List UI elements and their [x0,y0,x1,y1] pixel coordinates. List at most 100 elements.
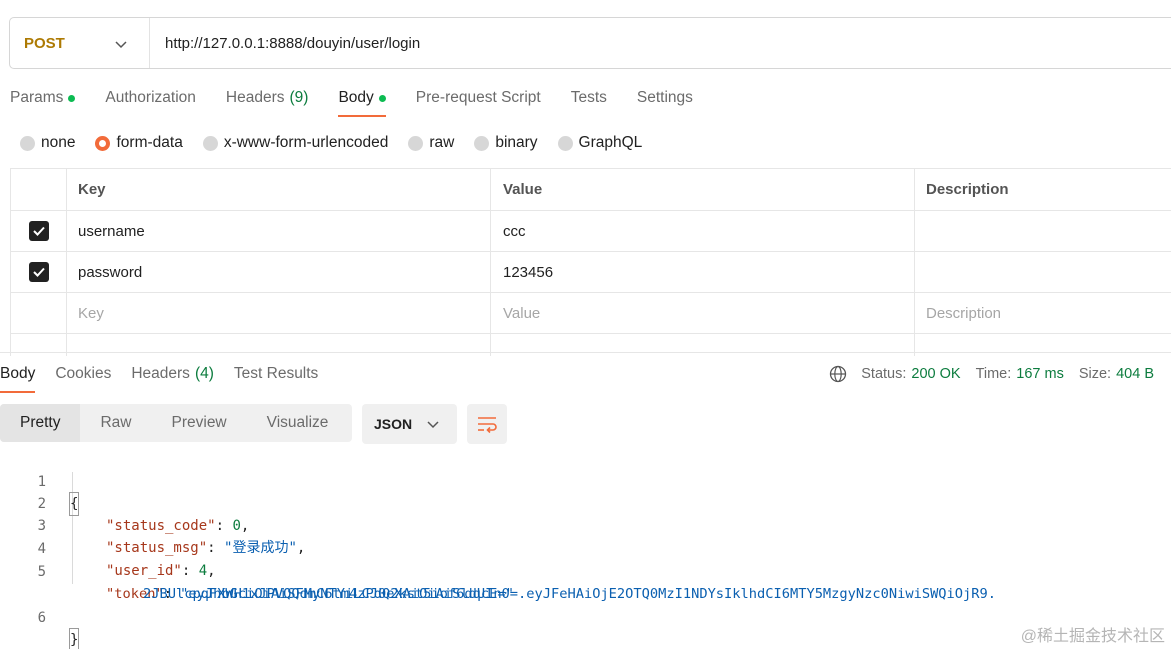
body-type-label: x-www-form-urlencoded [223,134,389,151]
line-number: 6 [37,610,46,626]
method-select[interactable]: POST [10,18,150,68]
body-type-selector: none form-data x-www-form-urlencoded raw… [20,134,662,152]
table-row-new: Key Value Description [10,293,1171,334]
url-input[interactable]: http://127.0.0.1:8888/douyin/user/login [150,35,420,52]
code-line: 5 "token": "eyJhbGciOiAiSFMyNTYiLCJ0eXAi… [0,539,996,602]
indent-guide [72,472,73,584]
tab-response-cookies[interactable]: Cookies [55,364,111,384]
tab-params[interactable]: Params [10,88,76,108]
line-number: 3 [37,518,46,534]
pane-divider[interactable] [0,352,1171,353]
column-header-value: Value [491,169,915,210]
body-type-label: GraphQL [578,134,643,151]
wrap-lines-button[interactable] [467,404,507,444]
body-type-form-data[interactable]: form-data [95,134,183,152]
tab-test-results[interactable]: Test Results [234,364,318,384]
response-meta: Status: 200 OK Time: 167 ms Size: 404 B [829,364,1154,384]
json-value: "登录成功" [224,540,297,556]
body-type-graphql[interactable]: GraphQL [557,134,643,152]
view-preview-button[interactable]: Preview [152,404,247,442]
tab-label: Headers [225,89,285,106]
body-type-label: binary [495,134,538,151]
radio-icon [202,135,218,151]
row-description[interactable] [915,211,1171,251]
tab-response-headers[interactable]: Headers (4) [131,364,214,384]
view-pretty-button[interactable]: Pretty [0,404,81,442]
code-line: 3 "status_msg": "登录成功", [0,493,306,556]
status-dot-icon [68,94,76,102]
body-type-label: none [41,134,76,151]
line-number: 2 [37,496,46,512]
table-header-check [10,169,67,210]
body-type-none[interactable]: none [20,134,75,152]
method-label: POST [24,34,65,52]
new-value-input[interactable]: Value [491,293,915,333]
row-value[interactable]: 123456 [491,252,915,292]
row-checkbox[interactable] [28,221,49,241]
time-value[interactable]: 167 ms [1016,366,1064,382]
json-comma: , [296,540,306,556]
row-key[interactable]: username [67,211,491,251]
tab-authorization[interactable]: Authorization [105,88,195,108]
tab-pre-request-script[interactable]: Pre-request Script [416,88,541,108]
row-checkbox-cell [10,252,67,292]
watermark: @稀土掘金技术社区 [1020,628,1165,645]
column-header-description: Description [926,181,1009,198]
chevron-down-icon [427,421,439,429]
status-value[interactable]: 200 OK [911,366,960,382]
new-description-input[interactable]: Description [915,293,1171,333]
form-data-table: Key Value Description username ccc passw… [10,168,1171,356]
code-line: 6 } [0,585,80,649]
format-select[interactable]: JSON [362,404,457,444]
line-number: 1 [37,474,46,490]
status-dot-icon [378,94,386,102]
check-icon [32,226,45,236]
row-checkbox-cell [10,293,67,333]
tab-tests[interactable]: Tests [571,88,607,108]
globe-icon[interactable] [829,365,847,383]
table-header-row: Key Value Description [10,169,1171,211]
row-key[interactable]: password [67,252,491,292]
json-key: "status_msg" [106,540,208,556]
tab-label: Authorization [105,89,196,106]
tab-count: (9) [289,89,309,106]
json-open-brace: { [68,492,80,516]
check-icon [32,267,45,277]
tab-label: Pre-request Script [415,89,541,106]
new-key-input[interactable]: Key [67,293,491,333]
tab-response-body[interactable]: Body [0,364,36,393]
row-description[interactable] [915,252,1171,292]
radio-selected-icon [95,135,111,151]
tab-label: Body [338,89,374,106]
column-header-key: Key [67,169,491,210]
size-label: Size: [1078,366,1112,382]
tab-label: Test Results [233,365,319,382]
json-close-brace: } [68,628,80,649]
json-comma: , [240,518,250,534]
view-raw-button[interactable]: Raw [80,404,151,442]
tab-label: Headers [131,365,190,382]
radio-icon [20,135,35,151]
request-url-bar: POST http://127.0.0.1:8888/douyin/user/l… [9,17,1171,69]
body-type-binary[interactable]: binary [474,134,538,152]
tab-headers[interactable]: Headers (9) [226,88,309,108]
row-checkbox[interactable] [28,262,49,282]
code-line: 2 "status_code": 0, [0,471,250,534]
line-number: 4 [37,541,46,557]
tab-label: Settings [636,89,693,106]
status-label: Status: [861,366,907,382]
body-type-label: raw [429,134,455,151]
response-tabs: Body Cookies Headers (4) Test Results [0,364,338,393]
json-entry: "user_id": 4, [106,563,216,579]
radio-icon [408,135,424,151]
size-value[interactable]: 404 B [1116,366,1154,382]
tab-settings[interactable]: Settings [637,88,693,108]
body-type-urlencoded[interactable]: x-www-form-urlencoded [202,134,389,152]
tab-label: Body [0,365,36,382]
radio-icon [557,135,573,151]
view-visualize-button[interactable]: Visualize [247,404,349,442]
body-type-raw[interactable]: raw [408,134,454,152]
tab-body[interactable]: Body [338,88,387,117]
row-value[interactable]: ccc [491,211,915,251]
table-row: username ccc [10,211,1171,252]
